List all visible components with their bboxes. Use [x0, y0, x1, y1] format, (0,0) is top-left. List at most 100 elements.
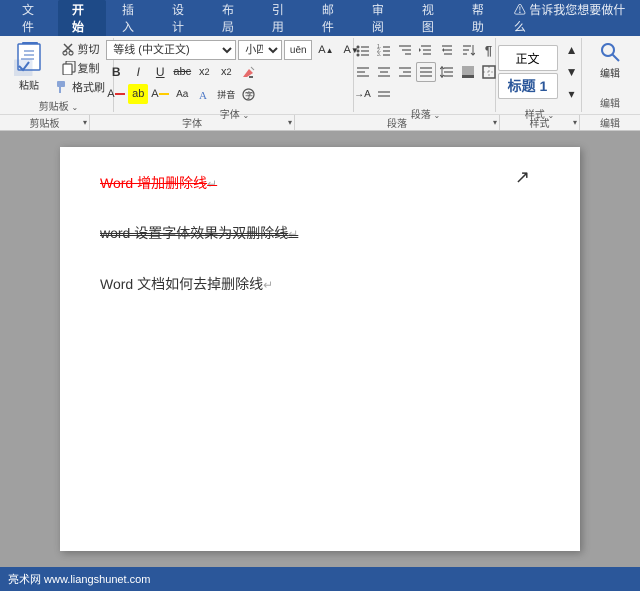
align-left-button[interactable] [353, 62, 373, 82]
align-right-button[interactable] [395, 62, 415, 82]
tab-home[interactable]: 开始 [58, 0, 106, 36]
copy-label: 复制 [78, 60, 100, 76]
sort-button[interactable] [458, 40, 478, 60]
bullet-list-button[interactable] [353, 40, 373, 60]
subscript-button[interactable]: x2 [194, 62, 214, 82]
decrease-indent-button[interactable] [416, 40, 436, 60]
line-spacing-button[interactable] [437, 62, 457, 82]
char-bg-button[interactable]: A [150, 84, 170, 104]
increase-indent-button[interactable] [437, 40, 457, 60]
rl-editing: 编辑 [580, 115, 640, 130]
svg-text:A: A [199, 90, 207, 101]
phonetic-button[interactable]: 拼音 [216, 84, 236, 104]
styles-scroll-up-button[interactable]: ▲ [562, 40, 582, 60]
paste-label: 粘贴 [19, 77, 39, 92]
group-font: 等线 (中文正文) 小四 A▲ A▼ B I U abc [116, 38, 354, 112]
copy-button[interactable]: 复制 [52, 59, 109, 77]
paste-icon [13, 43, 45, 75]
line3-paragraph: Word 文档如何去掉删除线↵ [100, 272, 540, 297]
document-container: ↗ Word 增加删除线↵ word 设置字体效果为双删除线↵ Word 文档如… [0, 131, 640, 567]
justify-button[interactable] [416, 62, 436, 82]
line1-paragraph: Word 增加删除线↵ [100, 171, 540, 196]
line1-mark: ↵ [207, 177, 217, 191]
font-size-select[interactable]: 小四 [238, 40, 282, 60]
text-direction-button[interactable]: →A [353, 84, 373, 104]
paragraph-content: 1. 2. 3. [353, 40, 499, 104]
styles-area: 正文 标题 1 ▲ ▼ ▾ [498, 40, 582, 104]
tab-insert[interactable]: 插入 [108, 0, 156, 36]
status-bar: 亮术网 www.liangshunet.com [0, 567, 640, 591]
format-painter-button[interactable]: 格式刷 [52, 78, 109, 96]
superscript-button[interactable]: x2 [216, 62, 236, 82]
encircle-button[interactable]: 字 [238, 84, 258, 104]
tab-file[interactable]: 文件 [8, 0, 56, 36]
rl-paragraph-expand[interactable]: ▾ [493, 118, 497, 127]
font-size-aa-button[interactable]: Aa [172, 84, 192, 104]
line3-mark: ↵ [263, 278, 273, 292]
editing-area: 编辑 [590, 40, 630, 80]
font-row1: 等线 (中文正文) 小四 A▲ A▼ [106, 40, 363, 60]
group-styles: 正文 标题 1 ▲ ▼ ▾ 样式 ⌄ [498, 38, 582, 112]
font-row2: B I U abc x2 x2 [106, 62, 363, 82]
styles-expand-button[interactable]: ▾ [562, 84, 582, 104]
status-text: 亮术网 www.liangshunet.com [8, 571, 150, 587]
document-content[interactable]: Word 增加删除线↵ word 设置字体效果为双删除线↵ Word 文档如何去… [100, 171, 540, 297]
font-size-up-button[interactable]: A▲ [314, 41, 337, 59]
rl-styles-text: 样式 [530, 115, 550, 130]
line2-text: word 设置字体效果为双删除线 [100, 225, 288, 241]
rl-styles: 样式 ▾ [500, 115, 580, 130]
text-align2-button[interactable] [374, 84, 394, 104]
group-editing: 编辑 编辑 [584, 38, 636, 112]
rl-paragraph-text: 段落 [387, 115, 407, 130]
line2-mark: ↵ [288, 227, 298, 241]
tab-design[interactable]: 设计 [158, 0, 206, 36]
line1-text: Word 增加删除线 [100, 175, 207, 191]
underline-button[interactable]: U [150, 62, 170, 82]
style-normal-button[interactable]: 正文 [498, 45, 558, 71]
numbered-list-button[interactable]: 1. 2. 3. [374, 40, 394, 60]
italic-button[interactable]: I [128, 62, 148, 82]
font-color-button[interactable]: A [106, 84, 126, 104]
bold-button[interactable]: B [106, 62, 126, 82]
ribbon-tabs: 文件 开始 插入 设计 布局 引用 邮件 审阅 视图 帮助 [0, 0, 514, 36]
paste-button[interactable]: 粘贴 [8, 40, 50, 94]
style-heading1-button[interactable]: 标题 1 [498, 73, 558, 99]
ribbon-toolbar: 粘贴 剪切 [0, 36, 640, 114]
clipboard-label: 剪贴板 ⌄ [8, 96, 109, 113]
find-button[interactable]: 编辑 [590, 40, 630, 80]
tab-layout[interactable]: 布局 [208, 0, 256, 36]
tab-ref[interactable]: 引用 [258, 0, 306, 36]
ribbon: 粘贴 剪切 [0, 36, 640, 131]
editing-content: 编辑 [590, 40, 630, 93]
document-page[interactable]: ↗ Word 增加删除线↵ word 设置字体效果为双删除线↵ Word 文档如… [60, 147, 580, 551]
strikethrough-button[interactable]: abc [172, 62, 192, 82]
group-paragraph: 1. 2. 3. [356, 38, 496, 112]
rl-clipboard-expand[interactable]: ▾ [83, 118, 87, 127]
rl-styles-expand[interactable]: ▾ [573, 118, 577, 127]
clipboard-small-btns: 剪切 复制 格式刷 [52, 40, 109, 96]
tab-view[interactable]: 视图 [408, 0, 456, 36]
text-effect-button[interactable]: A [194, 84, 214, 104]
tab-mail[interactable]: 邮件 [308, 0, 356, 36]
font-size-input[interactable] [284, 40, 312, 60]
line2-paragraph: word 设置字体效果为双删除线↵ [100, 221, 540, 246]
border-button[interactable] [479, 62, 499, 82]
rl-font: 字体 ▾ [90, 115, 295, 130]
show-marks-button[interactable]: ¶ [479, 40, 499, 60]
rl-font-expand[interactable]: ▾ [288, 118, 292, 127]
title-right: ⚠ 告诉我您想要做什么 [514, 1, 640, 35]
tab-review[interactable]: 审阅 [358, 0, 406, 36]
shading-button[interactable] [458, 62, 478, 82]
para-row1: 1. 2. 3. [353, 40, 499, 60]
styles-scroll-down-button[interactable]: ▼ [562, 62, 582, 82]
highlight-button[interactable]: ab [128, 84, 148, 104]
font-name-select[interactable]: 等线 (中文正文) [106, 40, 236, 60]
editing-label: 编辑 [588, 93, 632, 110]
para-row2 [353, 62, 499, 82]
tab-help[interactable]: 帮助 [458, 0, 506, 36]
align-center-button[interactable] [374, 62, 394, 82]
multilevel-list-button[interactable] [395, 40, 415, 60]
cut-button[interactable]: 剪切 [52, 40, 109, 58]
clear-format-button[interactable] [238, 62, 258, 82]
ribbon-labels-row: 剪贴板 ▾ 字体 ▾ 段落 ▾ 样式 ▾ 编辑 [0, 114, 640, 130]
